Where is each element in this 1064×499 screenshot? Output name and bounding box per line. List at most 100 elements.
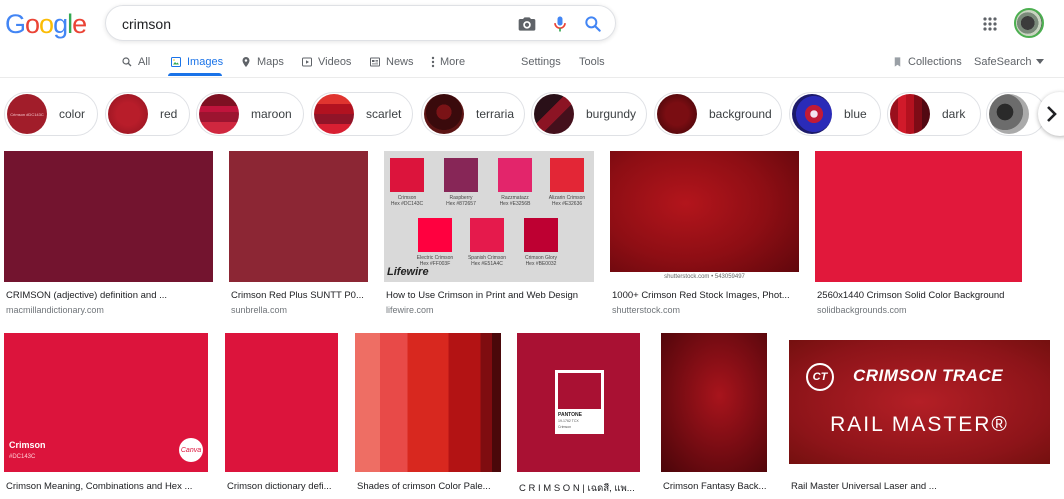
result-title[interactable]: 2560x1440 Crimson Solid Color Background: [817, 290, 1027, 301]
swatch-hex: Hex #BE0032: [525, 261, 557, 267]
result-title[interactable]: C R I M S O N | เฉดสี, แพ...: [519, 481, 641, 496]
logo-letter: o: [39, 9, 54, 39]
overlay-hex: #DC143C: [9, 454, 36, 460]
logo-letter: e: [72, 9, 87, 39]
image-result[interactable]: Crimson Hex #DC143C Raspberry Hex #872657 …: [384, 151, 596, 321]
chip-more[interactable]: [986, 92, 1046, 136]
result-thumbnail[interactable]: shutterstock.com • 543059497: [610, 151, 799, 282]
tab-label: Maps: [257, 56, 284, 68]
search-icon: [122, 57, 132, 67]
result-title[interactable]: CRIMSON (adjective) definition and ...: [6, 290, 211, 301]
image-icon: [171, 57, 181, 67]
image-result[interactable]: Crimson #DC143C Canva Crimson Meaning, C…: [4, 333, 209, 499]
result-thumbnail[interactable]: [355, 333, 501, 472]
result-title[interactable]: Shades of crimson Color Pale...: [357, 481, 502, 492]
logo-letter: g: [53, 9, 68, 39]
result-title[interactable]: 1000+ Crimson Red Stock Images, Phot...: [612, 290, 800, 301]
avatar[interactable]: [1014, 8, 1044, 38]
chip-terraria[interactable]: terraria: [421, 92, 525, 136]
tab-videos[interactable]: Videos: [301, 52, 351, 72]
chip-label: maroon: [251, 107, 292, 121]
result-title[interactable]: Crimson Fantasy Back...: [663, 481, 768, 492]
result-thumbnail[interactable]: [661, 333, 767, 472]
tab-label: More: [440, 56, 466, 68]
chip-dark[interactable]: dark: [887, 92, 981, 136]
tab-images[interactable]: Images: [170, 52, 223, 72]
collections-link[interactable]: Collections: [892, 52, 962, 72]
result-source[interactable]: shutterstock.com: [612, 305, 680, 315]
image-result[interactable]: CT CRIMSON TRACE RAIL MASTER® Rail Maste…: [789, 340, 1051, 499]
chip-thumb: Crimson #DC143C: [7, 94, 47, 134]
image-result[interactable]: CRIMSON (adjective) definition and ... m…: [4, 151, 214, 321]
chip-red[interactable]: red: [105, 92, 190, 136]
image-result[interactable]: Crimson Fantasy Back...: [661, 333, 768, 499]
chip-color[interactable]: Crimson #DC143C color: [4, 92, 98, 136]
chip-maroon[interactable]: maroon: [196, 92, 304, 136]
result-title[interactable]: Rail Master Universal Laser and ...: [791, 481, 1049, 492]
safesearch-toggle[interactable]: SafeSearch: [974, 52, 1045, 72]
chip-label: burgundy: [586, 107, 637, 121]
result-thumbnail[interactable]: [815, 151, 1022, 282]
result-thumbnail[interactable]: [229, 151, 368, 282]
pantone-brand: PANTONE: [558, 412, 582, 418]
image-result[interactable]: 2560x1440 Crimson Solid Color Background…: [815, 151, 1023, 321]
news-icon: [370, 57, 380, 67]
tab-all[interactable]: All: [121, 52, 150, 72]
chip-background[interactable]: background: [654, 92, 782, 136]
pantone-code: 19-1762 TCX: [558, 419, 579, 423]
result-title[interactable]: Crimson Red Plus SUNTT P0...: [231, 290, 369, 301]
chip-thumb: [890, 94, 930, 134]
tab-more[interactable]: More: [431, 52, 465, 72]
color-swatch: [390, 158, 424, 192]
result-thumbnail[interactable]: Crimson #DC143C Canva: [4, 333, 208, 472]
result-thumbnail[interactable]: [4, 151, 213, 282]
chip-thumb: [424, 94, 464, 134]
search-input[interactable]: [122, 14, 502, 34]
chip-blue[interactable]: blue: [789, 92, 881, 136]
swatch-label: Alizarin Crimson Hex #E32636: [542, 195, 592, 207]
tab-settings[interactable]: Settings: [521, 52, 561, 72]
google-logo[interactable]: Google: [5, 9, 87, 40]
swatch-hex: Hex #E3256B: [499, 201, 531, 207]
image-result[interactable]: shutterstock.com • 543059497 1000+ Crims…: [610, 151, 800, 321]
tab-tools[interactable]: Tools: [579, 52, 605, 72]
tab-news[interactable]: News: [369, 52, 414, 72]
result-thumbnail[interactable]: [225, 333, 338, 472]
result-title[interactable]: How to Use Crimson in Print and Web Desi…: [386, 290, 596, 301]
chip-label: scarlet: [366, 107, 402, 121]
result-source[interactable]: solidbackgrounds.com: [817, 305, 907, 315]
result-source[interactable]: macmillandictionary.com: [6, 305, 104, 315]
image-result[interactable]: Crimson Red Plus SUNTT P0... sunbrella.c…: [229, 151, 369, 321]
crimson-trace-wordmark: CRIMSON TRACE: [853, 366, 1004, 385]
chip-burgundy[interactable]: burgundy: [531, 92, 647, 136]
result-source[interactable]: lifewire.com: [386, 305, 434, 315]
logo-letter: G: [5, 9, 26, 39]
result-thumbnail[interactable]: CT CRIMSON TRACE RAIL MASTER®: [789, 340, 1050, 464]
camera-icon[interactable]: [517, 14, 537, 34]
canva-badge: Canva: [179, 438, 203, 462]
safesearch-label: SafeSearch: [974, 56, 1032, 68]
pantone-name: Crimson: [558, 425, 572, 429]
apps-grid-icon[interactable]: [983, 17, 997, 31]
logo-letter: o: [25, 9, 40, 39]
image-result[interactable]: PANTONE 19-1762 TCX Crimson C R I M S O …: [517, 333, 641, 499]
microphone-icon[interactable]: [550, 14, 570, 34]
result-thumbnail[interactable]: PANTONE 19-1762 TCX Crimson: [517, 333, 640, 472]
result-title[interactable]: Crimson dictionary defi...: [227, 481, 339, 492]
result-thumbnail[interactable]: Crimson Hex #DC143C Raspberry Hex #872657 …: [384, 151, 594, 282]
chip-scarlet[interactable]: scarlet: [311, 92, 413, 136]
chip-thumb: [989, 94, 1029, 134]
result-title[interactable]: Crimson Meaning, Combinations and Hex ..…: [6, 481, 206, 492]
chip-thumb: [534, 94, 574, 134]
search-icon[interactable]: [583, 14, 603, 34]
tab-maps[interactable]: Maps: [240, 52, 284, 72]
result-source[interactable]: sunbrella.com: [231, 305, 287, 315]
chip-thumb: [792, 94, 832, 134]
swatch-label: Spanish Crimson Hex #E51A4C: [462, 255, 512, 267]
search-box[interactable]: [105, 5, 616, 41]
swatch-label: Raspberry Hex #872657: [436, 195, 486, 207]
image-result[interactable]: Shades of crimson Color Pale...: [355, 333, 502, 499]
chip-label: terraria: [476, 107, 515, 121]
image-result[interactable]: Crimson dictionary defi...: [225, 333, 340, 499]
chip-label: color: [59, 107, 86, 121]
